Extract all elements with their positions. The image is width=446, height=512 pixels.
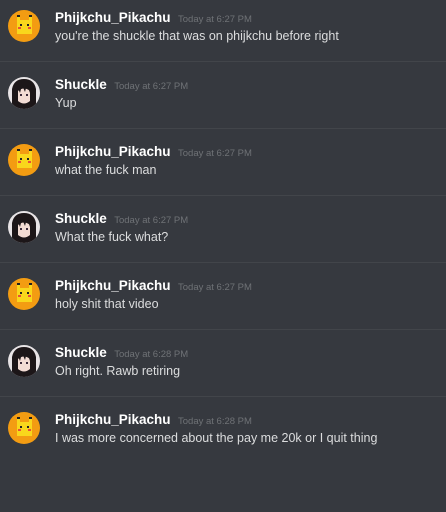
chat-message: Phijkchu_Pikachu Today at 6:28 PM I was … <box>0 402 446 469</box>
timestamp: Today at 6:27 PM <box>114 215 189 226</box>
message-text: holy shit that video <box>55 297 159 311</box>
pikachu-avatar[interactable] <box>8 10 40 42</box>
pikachu-avatar[interactable] <box>8 144 40 176</box>
timestamp: Today at 6:27 PM <box>178 148 252 159</box>
message-text: What the fuck what? <box>55 230 169 244</box>
message-text: Yup <box>55 96 77 110</box>
chat-message: Phijkchu_Pikachu Today at 6:27 PM you're… <box>0 0 446 67</box>
username[interactable]: Shuckle <box>55 211 107 226</box>
anime-girl-avatar[interactable] <box>8 77 40 109</box>
anime-girl-avatar[interactable] <box>8 211 40 243</box>
message-divider <box>0 61 446 62</box>
chat-message: Phijkchu_Pikachu Today at 6:27 PM holy s… <box>0 268 446 335</box>
username[interactable]: Phijkchu_Pikachu <box>55 278 171 293</box>
anime-girl-avatar[interactable] <box>8 345 40 377</box>
message-divider <box>0 128 446 129</box>
chat-message: Shuckle Today at 6:28 PM Oh right. Rawb … <box>0 335 446 402</box>
message-divider <box>0 262 446 263</box>
pikachu-avatar[interactable] <box>8 278 40 310</box>
pikachu-avatar[interactable] <box>8 412 40 444</box>
username[interactable]: Phijkchu_Pikachu <box>55 10 171 25</box>
timestamp: Today at 6:28 PM <box>178 416 252 427</box>
chat-message-list: Phijkchu_Pikachu Today at 6:27 PM you're… <box>0 0 446 512</box>
timestamp: Today at 6:27 PM <box>178 14 252 25</box>
message-divider <box>0 396 446 397</box>
username[interactable]: Shuckle <box>55 77 107 92</box>
chat-message: Phijkchu_Pikachu Today at 6:27 PM what t… <box>0 134 446 201</box>
message-text: you're the shuckle that was on phijkchu … <box>55 29 339 43</box>
username[interactable]: Shuckle <box>55 345 107 360</box>
chat-message: Shuckle Today at 6:27 PM What the fuck w… <box>0 201 446 268</box>
message-text: Oh right. Rawb retiring <box>55 364 181 378</box>
message-text: what the fuck man <box>55 163 157 177</box>
message-divider <box>0 329 446 330</box>
timestamp: Today at 6:27 PM <box>114 81 189 92</box>
timestamp: Today at 6:27 PM <box>178 282 252 293</box>
message-divider <box>0 195 446 196</box>
username[interactable]: Phijkchu_Pikachu <box>55 144 171 159</box>
chat-message: Shuckle Today at 6:27 PM Yup <box>0 67 446 134</box>
message-text: I was more concerned about the pay me 20… <box>55 431 378 445</box>
timestamp: Today at 6:28 PM <box>114 349 189 360</box>
username[interactable]: Phijkchu_Pikachu <box>55 412 171 427</box>
